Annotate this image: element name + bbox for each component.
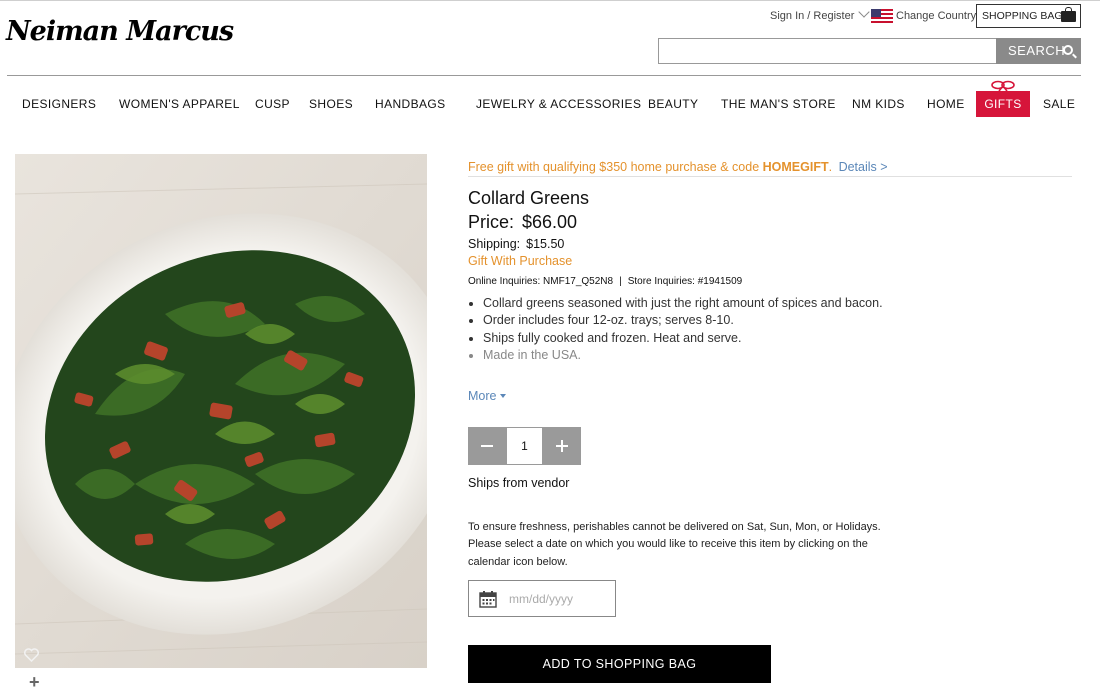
feature-item: Collard greens seasoned with just the ri… [468,295,883,312]
quantity-increment-button[interactable] [543,427,581,465]
shopping-bag-icon [1061,7,1076,22]
shopping-bag-label: SHOPPING BAG [982,10,1063,22]
promo-period: . [828,160,833,174]
nav-home[interactable]: HOME [927,97,965,111]
feature-item: Order includes four 12-oz. trays; serves… [468,312,883,329]
nav-nm-kids[interactable]: NM KIDS [852,97,905,111]
promo-code: HOMEGIFT [762,160,829,174]
price-value: $66.00 [522,212,578,232]
gift-with-purchase-link[interactable]: Gift With Purchase [468,254,572,268]
promo-text: Free gift with qualifying $350 home purc… [468,160,760,174]
add-to-shopping-bag-button[interactable]: ADD TO SHOPPING BAG [468,645,771,683]
us-flag-icon[interactable] [871,9,893,23]
search-input[interactable] [658,38,997,64]
price-label: Price: [468,212,515,232]
search-button-label: SEARCH [1008,43,1066,58]
more-toggle[interactable]: More [468,389,507,403]
nav-cusp[interactable]: CUSP [255,97,290,111]
nav-beauty[interactable]: BEAUTY [648,97,698,111]
nav-womens-apparel[interactable]: WOMEN'S APPAREL [119,97,240,111]
neiman-marcus-logo[interactable]: Neiman Marcus [6,4,234,68]
nav-jewelry-accessories[interactable]: JEWELRY & ACCESSORIES [476,97,641,111]
chevron-down-icon [858,6,871,18]
product-image[interactable] [15,154,427,668]
price-row: Price: $66.00 [468,212,577,233]
nav-sale[interactable]: SALE [1043,97,1075,111]
header-divider [7,75,1081,76]
date-placeholder: mm/dd/yyyy [509,592,574,606]
shopping-bag-button[interactable]: SHOPPING BAG [976,4,1081,28]
freshness-note: To ensure freshness, perishables cannot … [468,521,881,568]
sign-in-label: Sign In / Register [770,10,855,22]
nav-handbags[interactable]: HANDBAGS [375,97,446,111]
top-border [0,0,1100,1]
shipping-row: Shipping: $15.50 [468,237,564,251]
inquiry-separator: | [619,276,622,287]
delivery-date-field[interactable]: mm/dd/yyyy [468,580,616,617]
feature-item: Made in the USA. [468,347,883,364]
promo-banner: Free gift with qualifying $350 home purc… [468,160,888,174]
quantity-input[interactable]: 1 [506,427,543,465]
feature-list: Collard greens seasoned with just the ri… [468,295,883,364]
store-inquiries: Store Inquiries: #1941509 [627,276,743,287]
promo-divider [468,176,1072,177]
sign-in-register-link[interactable]: Sign In / Register [770,6,871,22]
nav-designers[interactable]: DESIGNERS [22,97,96,111]
search-icon [1063,45,1073,55]
product-title: Collard Greens [468,188,590,208]
quantity-decrement-button[interactable] [468,427,506,465]
gift-bow-icon [991,80,1015,91]
online-inquiries: Online Inquiries: NMF17_Q52N8 [468,276,614,287]
inquiries-row: Online Inquiries: NMF17_Q52N8 | Store Inqu… [468,276,742,287]
shipping-label: Shipping: [468,237,521,251]
search-button[interactable]: SEARCH [996,38,1081,64]
ships-from-vendor: Ships from vendor [468,476,570,490]
heart-icon[interactable] [24,648,39,665]
more-label: More [468,389,497,403]
shipping-value: $15.50 [526,237,565,251]
nav-shoes[interactable]: SHOES [309,97,353,111]
caret-down-icon [500,394,507,398]
promo-details-link[interactable]: Details > [839,160,888,174]
logo-wordmark: Neiman Marcus [6,16,234,47]
change-country-link[interactable]: Change Country [896,10,976,22]
nav-mans-store[interactable]: THE MAN'S STORE [721,97,836,111]
plus-icon[interactable]: + [29,673,40,691]
calendar-icon[interactable] [479,590,497,608]
feature-item: Ships fully cooked and frozen. Heat and … [468,330,883,347]
nav-gifts[interactable]: GIFTS [976,91,1030,117]
